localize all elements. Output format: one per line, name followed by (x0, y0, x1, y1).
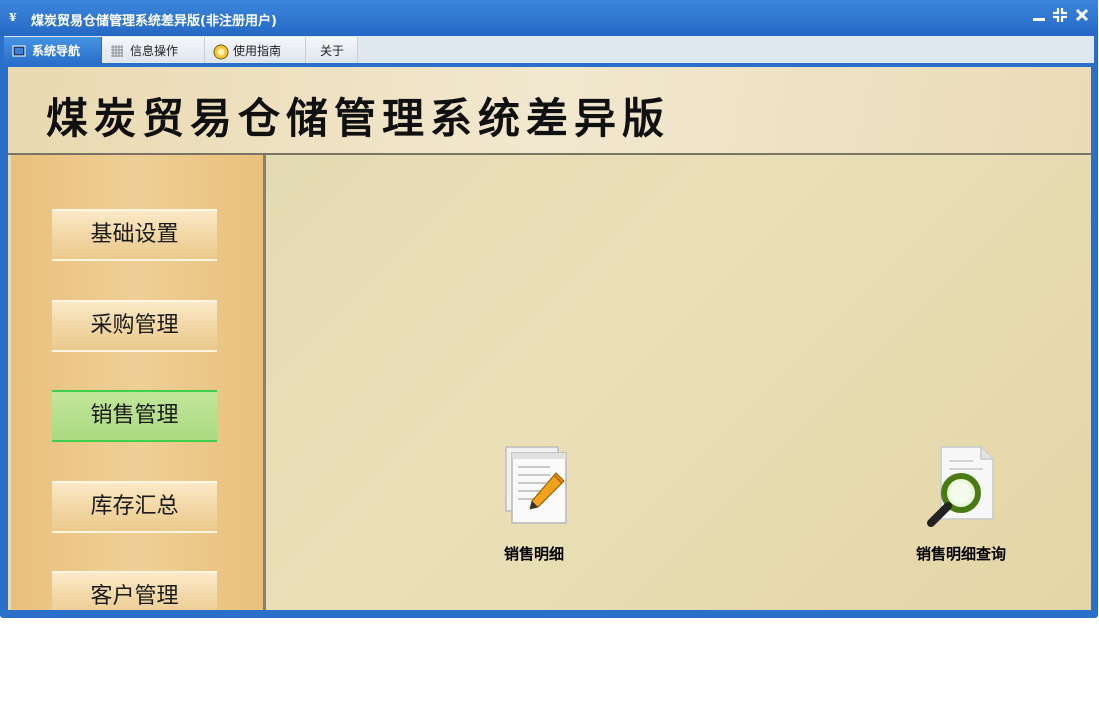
function-label: 销售明细 (503, 545, 564, 563)
sidebar: 基础设置 采购管理 销售管理 库存汇总 客户管理 (11, 155, 266, 610)
sidebar-item-label: 基础设置 (90, 222, 179, 247)
sidebar-item-label: 客户管理 (90, 584, 179, 609)
monitor-icon (12, 44, 26, 58)
banner: 煤炭贸易仓储管理系统差异版 (8, 67, 1091, 155)
app-window: ¥ 煤炭贸易仓储管理系统差异版(非注册用户) 系统导航 信息操作 使用指南 关于… (0, 0, 1098, 618)
sales-detail-function[interactable]: 销售明细 (479, 445, 589, 564)
sidebar-item-inventory[interactable]: 库存汇总 (52, 481, 217, 533)
restore-icon[interactable] (1051, 8, 1069, 26)
sidebar-item-purchase[interactable]: 采购管理 (52, 300, 217, 352)
tab-label: 系统导航 (32, 44, 81, 58)
sidebar-item-label: 库存汇总 (90, 494, 179, 519)
menu-divider (4, 63, 1094, 66)
app-logo-icon: ¥ (9, 11, 17, 24)
sidebar-item-basic-settings[interactable]: 基础设置 (52, 209, 217, 261)
sidebar-item-label: 销售管理 (90, 403, 179, 428)
tab-user-guide[interactable]: 使用指南 (205, 37, 306, 64)
tab-about[interactable]: 关于 (306, 37, 358, 64)
grid-icon (110, 44, 124, 58)
tab-info-operation[interactable]: 信息操作 (102, 37, 205, 64)
main-panel: 销售明细 销售明细查询 (266, 155, 1091, 610)
sidebar-item-sales[interactable]: 销售管理 (52, 390, 217, 442)
window-title: 煤炭贸易仓储管理系统差异版(非注册用户) (31, 14, 277, 29)
lightbulb-icon (213, 44, 229, 59)
sales-detail-query-function[interactable]: 销售明细查询 (901, 443, 1021, 564)
title-bar: ¥ 煤炭贸易仓储管理系统差异版(非注册用户) (0, 0, 1098, 36)
sidebar-item-label: 采购管理 (90, 313, 179, 338)
content-area: 煤炭贸易仓储管理系统差异版 基础设置 采购管理 销售管理 库存汇总 客户管理 销… (8, 67, 1091, 610)
magnifier-document-icon (921, 446, 1001, 537)
tab-label: 关于 (320, 44, 345, 58)
sidebar-item-customers[interactable]: 客户管理 (52, 571, 217, 610)
tab-label: 使用指南 (233, 44, 282, 58)
banner-title: 煤炭贸易仓储管理系统差异版 (46, 94, 671, 143)
tab-system-navigation[interactable]: 系统导航 (4, 37, 102, 64)
function-label: 销售明细查询 (915, 545, 1006, 563)
tab-label: 信息操作 (130, 44, 179, 58)
minimize-icon[interactable] (1030, 8, 1048, 26)
menu-bar: 系统导航 信息操作 使用指南 关于 (4, 36, 1094, 66)
close-icon[interactable] (1073, 8, 1091, 26)
document-edit-icon (496, 446, 572, 537)
